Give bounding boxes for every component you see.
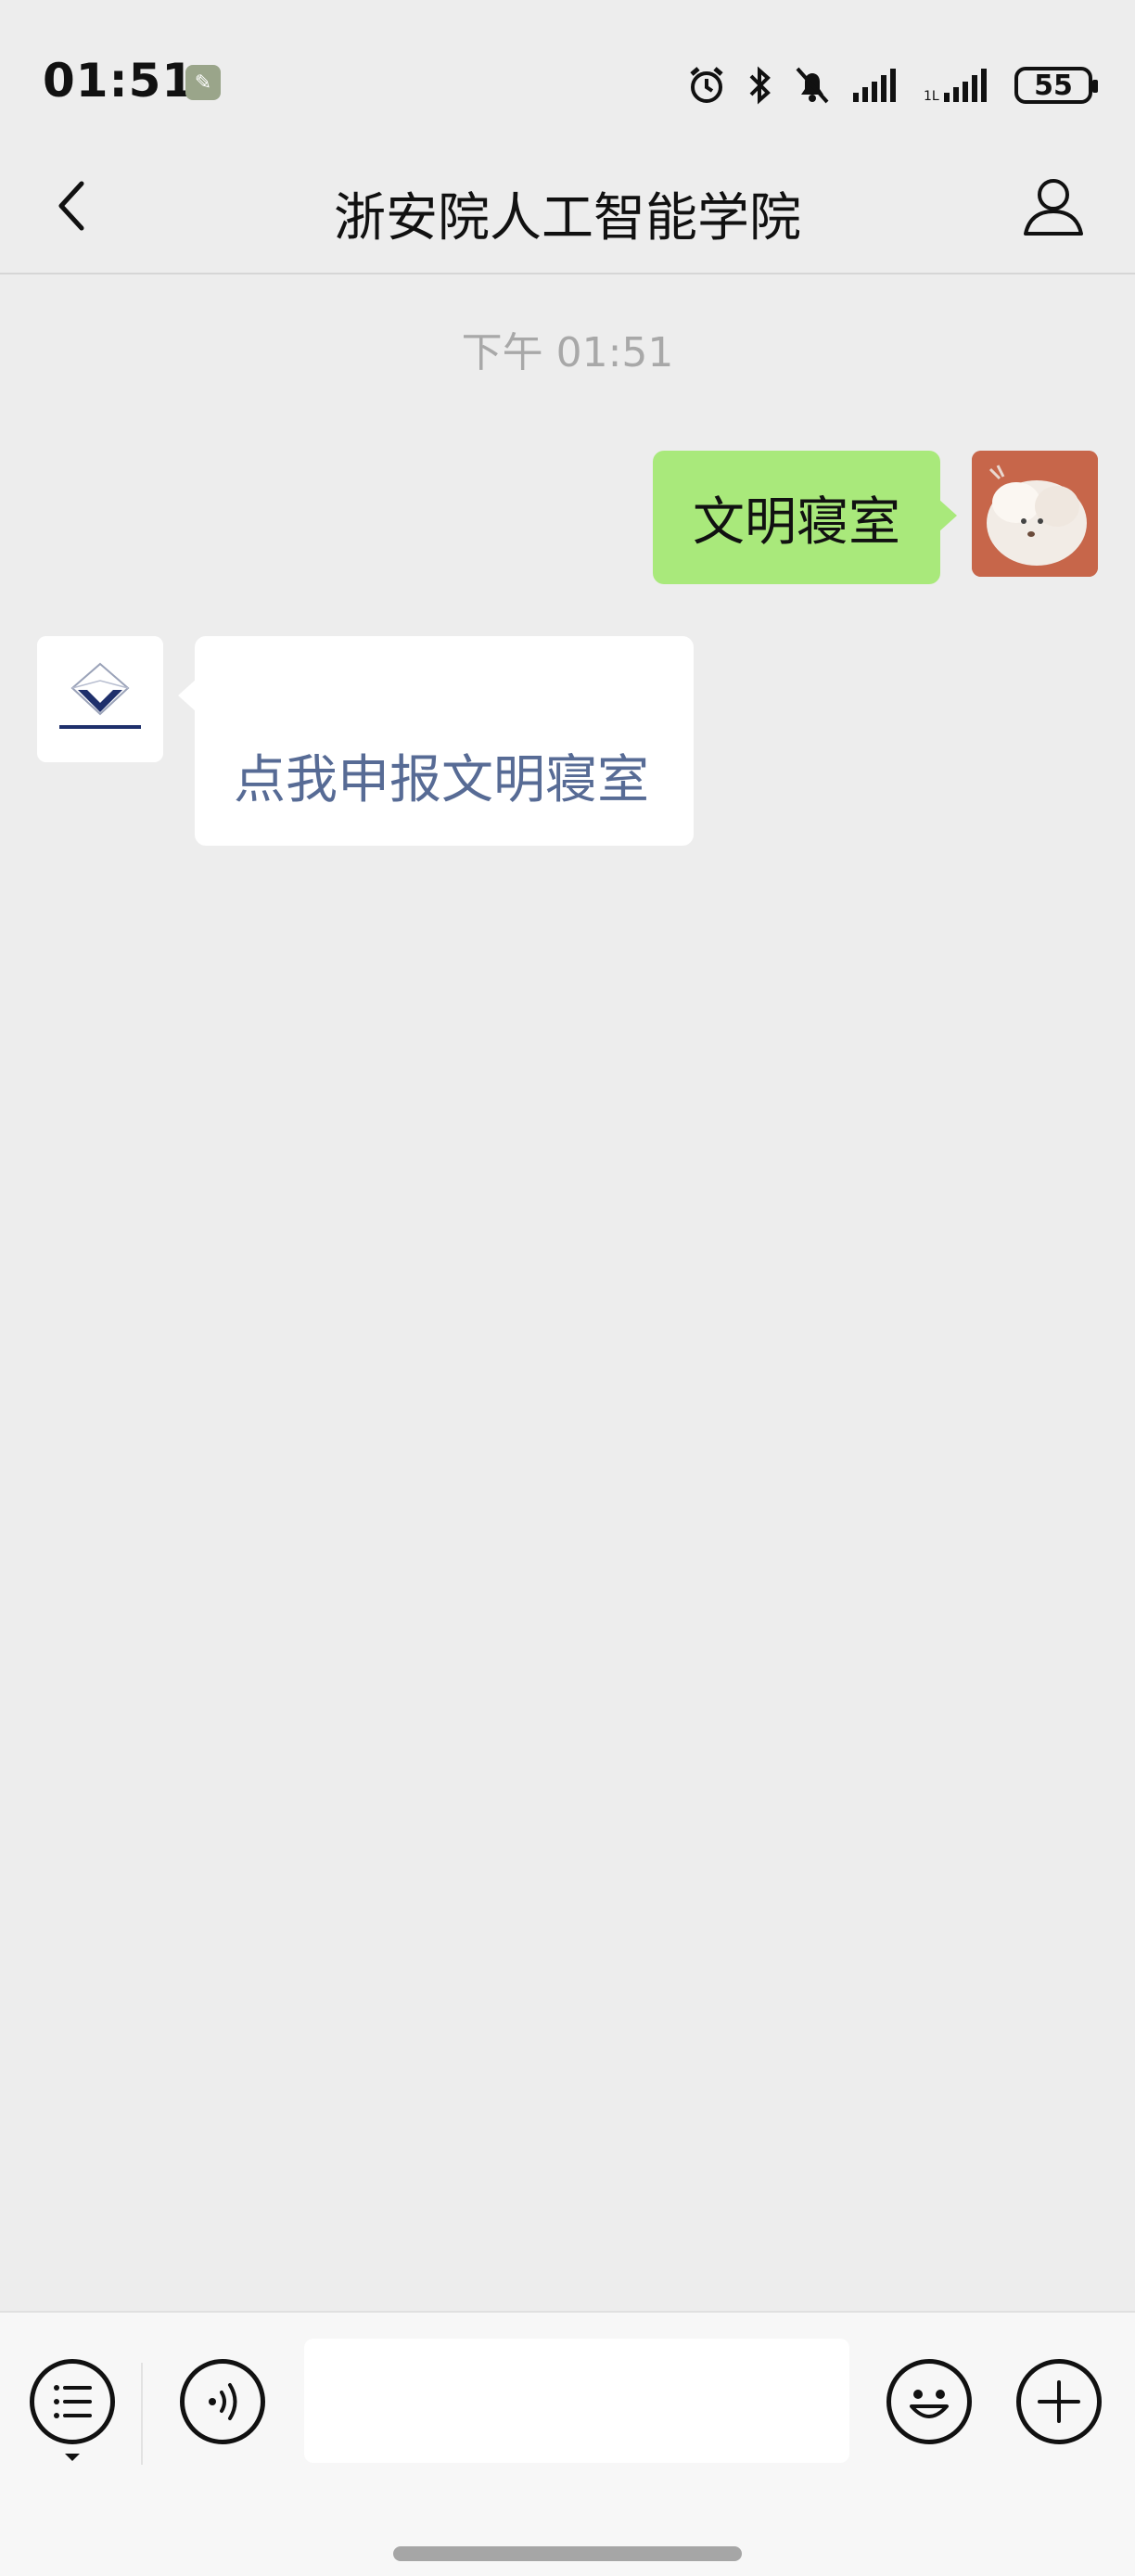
- app-notification-icon: ✎: [185, 65, 221, 100]
- contact-profile-icon[interactable]: [1016, 169, 1090, 243]
- received-message-bubble[interactable]: 点我申报文明寝室: [178, 636, 694, 846]
- status-time: 01:51: [43, 54, 196, 108]
- chat-title: 浙安院人工智能学院: [334, 188, 801, 249]
- chat-area[interactable]: 下午 01:51 文明寝室 点我申报文明寝室: [0, 274, 1135, 2311]
- chat-header: 浙安院人工智能学院: [0, 139, 1135, 274]
- mute-bell-icon: [796, 67, 829, 104]
- battery-level: 55: [1034, 69, 1073, 102]
- emoji-button[interactable]: [886, 2359, 972, 2444]
- message-input[interactable]: [304, 2339, 849, 2463]
- plus-icon: [1038, 2380, 1080, 2423]
- battery-icon: 55: [1014, 67, 1098, 104]
- college-logo-icon: [37, 636, 163, 762]
- input-bar-divider: [141, 2363, 143, 2465]
- voice-button[interactable]: [180, 2359, 265, 2444]
- status-indicators: 1L 55: [686, 57, 1098, 113]
- voice-input-icon: [209, 2383, 237, 2420]
- emoji-icon: [910, 2390, 949, 2418]
- signal-icon: [853, 69, 896, 102]
- user-avatar[interactable]: [972, 451, 1098, 577]
- dog-avatar-image: [972, 451, 1098, 577]
- home-indicator[interactable]: [393, 2546, 742, 2561]
- service-menu-button[interactable]: [30, 2359, 115, 2444]
- status-bar: 01:51 ✎ 1L 55: [0, 0, 1135, 139]
- input-bar: [0, 2311, 1135, 2576]
- bluetooth-icon: [749, 66, 771, 105]
- sent-message-bubble[interactable]: 文明寝室: [653, 451, 957, 584]
- declaration-link[interactable]: 点我申报文明寝室: [234, 750, 649, 810]
- more-functions-button[interactable]: [1016, 2359, 1102, 2444]
- message-timestamp: 下午 01:51: [461, 329, 674, 376]
- official-account-avatar[interactable]: [37, 636, 163, 762]
- svg-text:1L: 1L: [924, 89, 939, 104]
- signal-icon-2: 1L: [924, 69, 987, 104]
- service-menu-icon: [54, 2385, 92, 2418]
- alarm-icon: [690, 67, 723, 103]
- menu-expand-caret-icon: [65, 2454, 80, 2461]
